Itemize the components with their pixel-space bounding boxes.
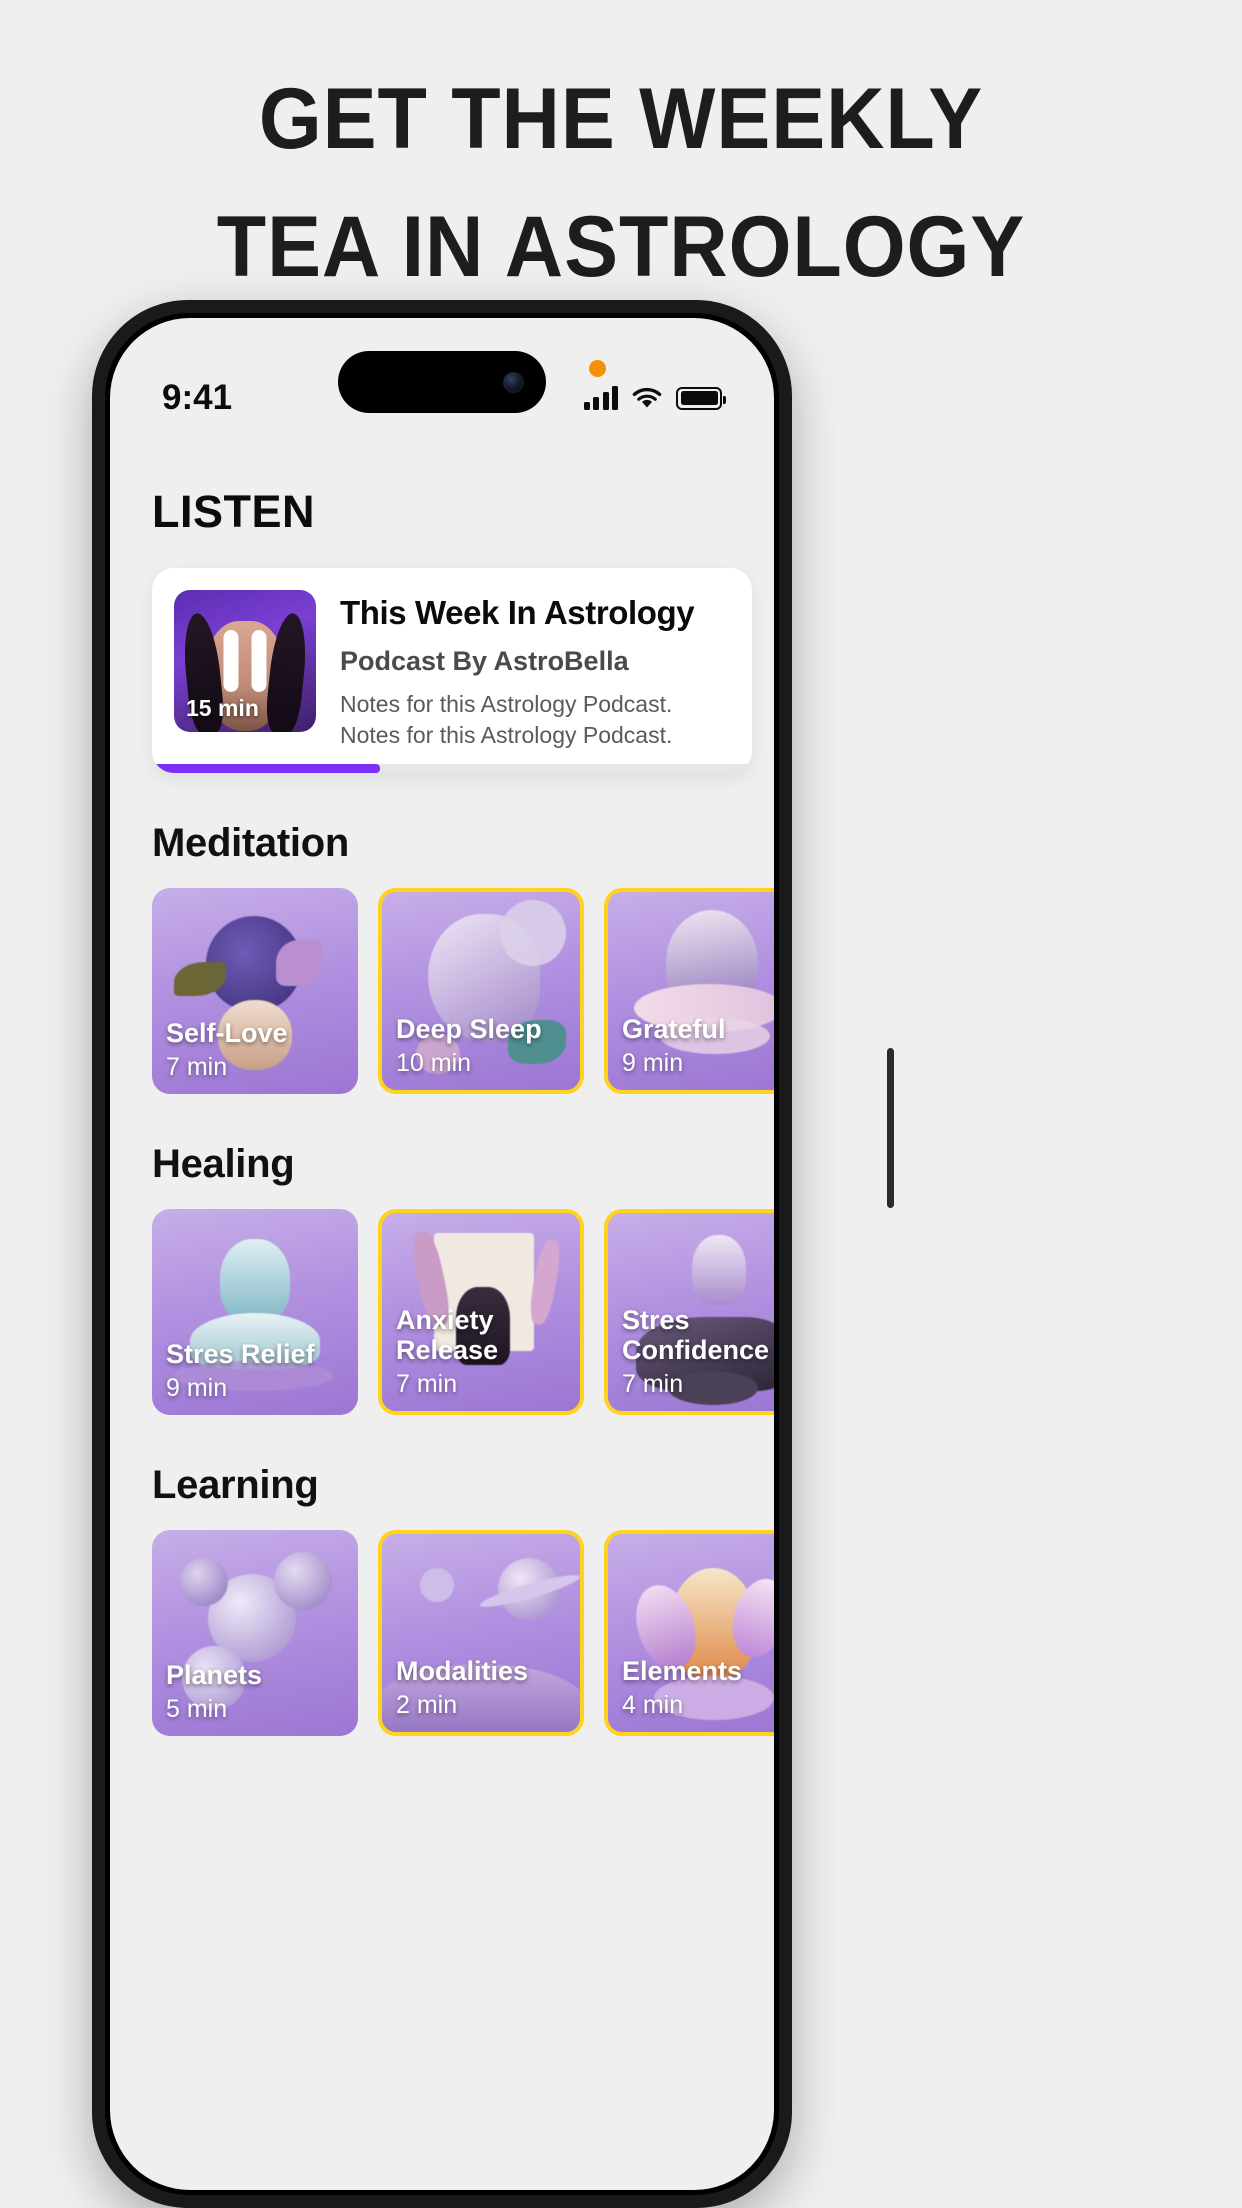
phone-mockup: 9:41 LISTEN 15 min This Week In Astrolog… [92,300,894,2208]
tile-stres-relief[interactable]: Stres Relief 9 min [152,1209,358,1415]
tile-duration: 9 min [166,1374,228,1402]
headline-line-2: TEA IN ASTROLOGY [216,199,1026,295]
phone-bezel: 9:41 LISTEN 15 min This Week In Astrolog… [105,313,779,2195]
section-title-healing: Healing [152,1142,295,1186]
tile-grateful[interactable]: Grateful 9 min [604,888,774,1094]
podcast-title: This Week In Astrology [340,594,695,631]
tile-duration: 2 min [396,1691,458,1719]
podcast-duration: 15 min [186,695,259,721]
power-button[interactable] [887,1048,894,1208]
tile-label: Stres Relief [166,1339,315,1369]
tile-label: Elements [622,1656,743,1686]
tile-duration: 4 min [622,1691,684,1719]
status-time: 9:41 [162,378,233,417]
front-camera-icon [503,371,524,393]
podcast-progress-fill [152,764,380,773]
tile-elements[interactable]: Elements 4 min [604,1530,774,1736]
poster-canvas: GET THE WEEKLY TEA IN ASTROLOGY 9:41 LIS… [0,0,1242,2208]
tile-self-love[interactable]: Self-Love 7 min [152,888,358,1094]
cellular-signal-icon [583,386,618,410]
tile-duration: 7 min [396,1370,458,1398]
podcast-subtitle: Podcast By AstroBella [340,646,629,676]
tile-duration: 7 min [166,1053,228,1081]
tile-duration: 7 min [622,1370,684,1398]
section-title-learning: Learning [152,1463,319,1507]
tile-label: Grateful [622,1014,726,1044]
dynamic-island [338,351,546,413]
tile-label: Planets [166,1660,263,1690]
tile-label: Stres Confidence [622,1305,770,1365]
tile-duration: 5 min [166,1695,228,1723]
phone-screen: 9:41 LISTEN 15 min This Week In Astrolog… [110,318,774,2190]
battery-icon [676,386,726,410]
podcast-card[interactable]: 15 min This Week In Astrology Podcast By… [152,568,752,773]
pause-icon[interactable] [223,630,267,692]
page-title: LISTEN [152,486,316,537]
tile-row-meditation[interactable]: Self-Love 7 min Deep Sleep 10 min Grateful 9 … [110,888,774,1094]
tile-planets[interactable]: Planets 5 min [152,1530,358,1736]
category-sections: Meditation Self-Love 7 min Deep Sleep 10 min… [110,821,774,1736]
tile-deep-sleep[interactable]: Deep Sleep 10 min [378,888,584,1094]
podcast-description: Notes for this Astrology Podcast. Notes … [340,691,673,748]
tile-label: Self-Love [166,1018,288,1048]
headline-line-1: GET THE WEEKLY [258,71,984,167]
tile-row-healing[interactable]: Stres Relief 9 min Anxiety Release 7 min Str… [110,1209,774,1415]
podcast-progress-bar[interactable] [152,764,752,773]
section-title-meditation: Meditation [152,821,349,865]
tile-label: Modalities [396,1656,529,1686]
wifi-icon [631,386,663,410]
tile-label: Deep Sleep [396,1014,542,1044]
tile-label: Anxiety Release [396,1305,499,1365]
tile-anxiety-release[interactable]: Anxiety Release 7 min [378,1209,584,1415]
tile-modalities[interactable]: Modalities 2 min [378,1530,584,1736]
app-content: LISTEN 15 min This Week In Astrology Pod… [110,436,774,2190]
mic-indicator-dot-icon [588,360,606,377]
podcast-thumbnail[interactable]: 15 min [174,590,316,732]
podcast-meta: This Week In Astrology Podcast By AstroB… [316,590,730,751]
tile-row-learning[interactable]: Planets 5 min Modalities 2 min Elements 4 min [110,1530,774,1736]
tile-duration: 10 min [396,1049,472,1077]
status-icons [583,360,726,410]
tile-stres-confidence[interactable]: Stres Confidence 7 min [604,1209,774,1415]
poster-headline: GET THE WEEKLY TEA IN ASTROLOGY [37,58,1204,308]
tile-duration: 9 min [622,1049,684,1077]
